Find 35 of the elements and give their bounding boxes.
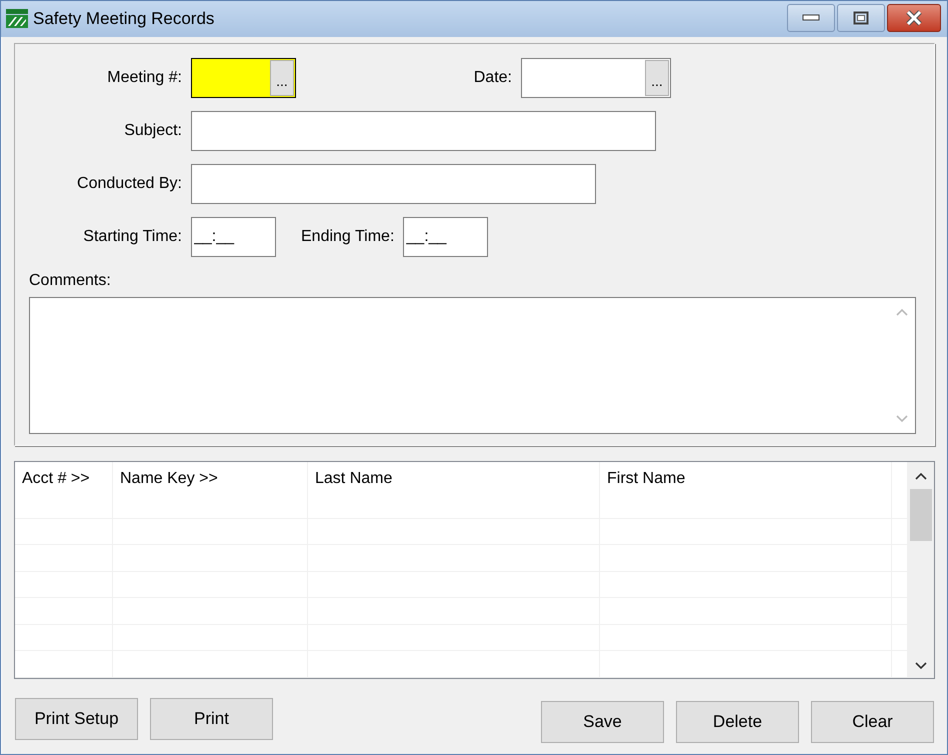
minimize-button[interactable] — [787, 4, 835, 32]
action-button[interactable]: Print Setup — [15, 698, 138, 740]
column-header[interactable]: Last Name — [308, 462, 600, 518]
scrollbar-thumb[interactable] — [910, 489, 932, 541]
field-label: Subject: — [123, 122, 182, 140]
maximize-button[interactable] — [837, 4, 885, 32]
column-header[interactable]: Acct # >> — [15, 462, 113, 518]
date-picker-button[interactable]: ... — [645, 60, 669, 96]
starting-time-field[interactable]: __:__ — [191, 217, 276, 257]
field-label: Date: — [472, 69, 512, 87]
action-button[interactable]: Clear — [811, 701, 934, 743]
meeting-number-field[interactable]: ... — [191, 58, 296, 98]
column-header[interactable]: Name Key >> — [113, 462, 308, 518]
close-button[interactable] — [887, 4, 941, 32]
scroll-down-icon[interactable] — [915, 662, 927, 670]
scroll-up-icon[interactable] — [915, 472, 927, 480]
browse-button[interactable]: ... — [270, 60, 294, 96]
column-header[interactable]: First Name — [600, 462, 892, 518]
field-label: Ending Time: — [301, 228, 394, 246]
maximize-icon — [853, 11, 869, 25]
field-label: Meeting #: — [106, 69, 182, 87]
app-logo-icon — [6, 9, 28, 29]
action-button[interactable]: Print — [150, 698, 273, 740]
window-title: Safety Meeting Records — [33, 9, 214, 29]
subject-field[interactable] — [191, 111, 656, 151]
action-button[interactable]: Delete — [676, 701, 799, 743]
ending-time-field[interactable]: __:__ — [403, 217, 488, 257]
field-label: Comments: — [29, 272, 112, 290]
date-field[interactable]: ... — [521, 58, 671, 98]
action-button[interactable]: Save — [541, 701, 664, 743]
minimize-icon — [802, 14, 820, 22]
field-label: Starting Time: — [82, 228, 182, 246]
field-label: Conducted By: — [76, 175, 182, 193]
close-icon — [905, 10, 923, 26]
conducted-by-field[interactable] — [191, 164, 596, 204]
